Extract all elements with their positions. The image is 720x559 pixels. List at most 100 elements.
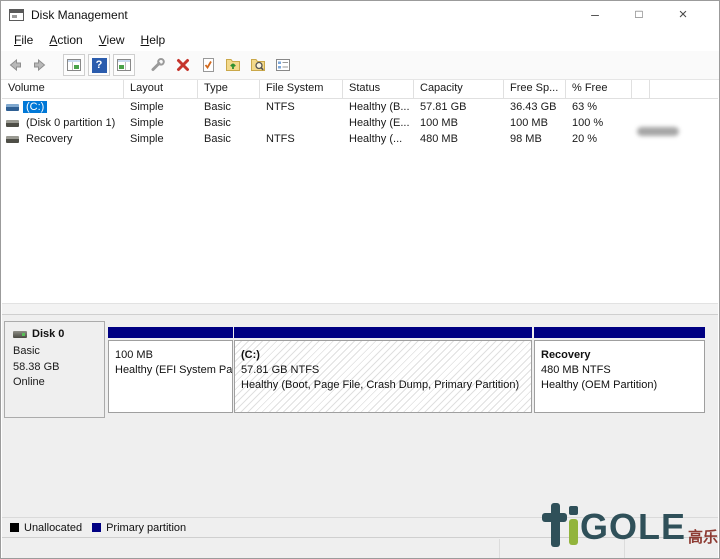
volume-name: Recovery bbox=[23, 133, 75, 145]
partition-c[interactable]: (C:) 57.81 GB NTFS Healthy (Boot, Page F… bbox=[234, 321, 532, 418]
volume-cell: (Disk 0 partition 1) bbox=[2, 117, 124, 129]
disk-type: Basic bbox=[13, 344, 104, 360]
partition-line2: 480 MB NTFS bbox=[541, 363, 700, 378]
partition-recovery[interactable]: Recovery 480 MB NTFS Healthy (OEM Partit… bbox=[534, 321, 705, 418]
legend-primary-partition: Primary partition bbox=[92, 522, 186, 534]
volume-row-partition1[interactable]: (Disk 0 partition 1) Simple Basic Health… bbox=[2, 115, 718, 131]
partition-line1: (C:) bbox=[241, 348, 527, 363]
primary-partition-swatch bbox=[92, 523, 101, 532]
status-cell: Healthy (E... bbox=[343, 117, 414, 129]
unallocated-swatch bbox=[10, 523, 19, 532]
legend-label: Primary partition bbox=[106, 522, 186, 534]
higole-i-glyph bbox=[569, 503, 578, 547]
partition-body-selected: (C:) 57.81 GB NTFS Healthy (Boot, Page F… bbox=[234, 340, 532, 413]
show-console-tree-icon[interactable] bbox=[63, 54, 85, 76]
file-system-cell: NTFS bbox=[260, 101, 343, 113]
partition-line3: Healthy (Boot, Page File, Crash Dump, Pr… bbox=[241, 378, 527, 393]
menu-bar: File Action View Help bbox=[1, 29, 719, 51]
disk-name: Disk 0 bbox=[32, 328, 64, 340]
drive-icon bbox=[6, 120, 19, 127]
partition-color-bar bbox=[534, 327, 705, 338]
partition-line2: 57.81 GB NTFS bbox=[241, 363, 527, 378]
legend-unallocated: Unallocated bbox=[10, 522, 82, 534]
free-space-cell: 36.43 GB bbox=[504, 101, 566, 113]
column-header-file-system[interactable]: File System bbox=[260, 80, 343, 98]
back-icon[interactable] bbox=[4, 54, 26, 76]
volume-row-recovery[interactable]: Recovery Simple Basic NTFS Healthy (... … bbox=[2, 131, 718, 147]
menu-action[interactable]: Action bbox=[41, 29, 90, 51]
partition-line2: 100 MB bbox=[115, 348, 228, 363]
minimize-button[interactable]: – bbox=[575, 1, 615, 29]
partition-efi[interactable]: 100 MB Healthy (EFI System Pa bbox=[108, 321, 233, 418]
column-header-volume[interactable]: Volume bbox=[2, 80, 124, 98]
volume-name: (Disk 0 partition 1) bbox=[23, 117, 118, 129]
volume-cell: Recovery bbox=[2, 133, 124, 145]
status-cell: Healthy (B... bbox=[343, 101, 414, 113]
volume-cell: (C:) bbox=[2, 101, 124, 113]
app-icon bbox=[9, 9, 24, 21]
menu-view[interactable]: View bbox=[91, 29, 133, 51]
higole-plus-glyph bbox=[542, 503, 567, 547]
column-header-capacity[interactable]: Capacity bbox=[414, 80, 504, 98]
column-header-status[interactable]: Status bbox=[343, 80, 414, 98]
layout-cell: Simple bbox=[124, 133, 198, 145]
higole-watermark: GOLE 高乐 bbox=[542, 495, 718, 547]
column-header-empty[interactable] bbox=[632, 80, 650, 98]
capacity-cell: 480 MB bbox=[414, 133, 504, 145]
disk0-row: Disk 0 Basic 58.38 GB Online 100 MB Heal… bbox=[2, 321, 718, 419]
task-check-icon[interactable] bbox=[197, 54, 219, 76]
column-header-type[interactable]: Type bbox=[198, 80, 260, 98]
window-title: Disk Management bbox=[31, 1, 128, 29]
status-cell: Healthy (... bbox=[343, 133, 414, 145]
partition-line3: Healthy (EFI System Pa bbox=[115, 363, 228, 378]
higole-brand-chinese: 高乐 bbox=[688, 528, 718, 547]
type-cell: Basic bbox=[198, 133, 260, 145]
folder-up-icon[interactable] bbox=[222, 54, 244, 76]
volume-row-c[interactable]: (C:) Simple Basic NTFS Healthy (B... 57.… bbox=[2, 99, 718, 115]
partition-color-bar bbox=[108, 327, 233, 338]
capacity-cell: 100 MB bbox=[414, 117, 504, 129]
show-action-pane-icon[interactable] bbox=[113, 54, 135, 76]
pane-splitter[interactable] bbox=[2, 303, 718, 315]
delete-volume-icon[interactable] bbox=[172, 54, 194, 76]
title-bar: Disk Management – □ × bbox=[1, 1, 719, 29]
forward-icon[interactable] bbox=[29, 54, 51, 76]
toolbar: ? bbox=[1, 51, 719, 80]
column-header-filler bbox=[650, 80, 718, 98]
properties-icon[interactable] bbox=[272, 54, 294, 76]
menu-help[interactable]: Help bbox=[133, 29, 174, 51]
partition-body: Recovery 480 MB NTFS Healthy (OEM Partit… bbox=[534, 340, 705, 413]
menu-file[interactable]: File bbox=[6, 29, 41, 51]
partition-body: 100 MB Healthy (EFI System Pa bbox=[108, 340, 233, 413]
drive-icon bbox=[6, 136, 19, 143]
pct-free-cell: 63 % bbox=[566, 101, 632, 113]
statusbar-separator bbox=[499, 539, 500, 558]
free-space-cell: 100 MB bbox=[504, 117, 566, 129]
disk-management-window: Disk Management – □ × File Action View H… bbox=[0, 0, 720, 559]
column-header-layout[interactable]: Layout bbox=[124, 80, 198, 98]
disk-status: Online bbox=[13, 375, 104, 391]
legend-label: Unallocated bbox=[24, 522, 82, 534]
partition-line3: Healthy (OEM Partition) bbox=[541, 378, 700, 393]
capacity-cell: 57.81 GB bbox=[414, 101, 504, 113]
file-system-cell: NTFS bbox=[260, 133, 343, 145]
layout-cell: Simple bbox=[124, 101, 198, 113]
folder-search-icon[interactable] bbox=[247, 54, 269, 76]
redacted-text bbox=[637, 127, 679, 136]
free-space-cell: 98 MB bbox=[504, 133, 566, 145]
column-header-pct-free[interactable]: % Free bbox=[566, 80, 632, 98]
disk-icon bbox=[13, 331, 27, 338]
close-button[interactable]: × bbox=[663, 1, 703, 29]
type-cell: Basic bbox=[198, 117, 260, 129]
pct-free-cell: 100 % bbox=[566, 117, 632, 129]
column-header-free-space[interactable]: Free Sp... bbox=[504, 80, 566, 98]
higole-brand-text: GOLE bbox=[580, 507, 686, 547]
maximize-button[interactable]: □ bbox=[619, 1, 659, 29]
wrench-icon[interactable] bbox=[147, 54, 169, 76]
partition-line1: Recovery bbox=[541, 348, 700, 363]
volume-list: Volume Layout Type File System Status Ca… bbox=[2, 79, 718, 303]
layout-cell: Simple bbox=[124, 117, 198, 129]
pct-free-cell: 20 % bbox=[566, 133, 632, 145]
help-icon[interactable]: ? bbox=[88, 54, 110, 76]
disk0-label-panel[interactable]: Disk 0 Basic 58.38 GB Online bbox=[4, 321, 105, 418]
